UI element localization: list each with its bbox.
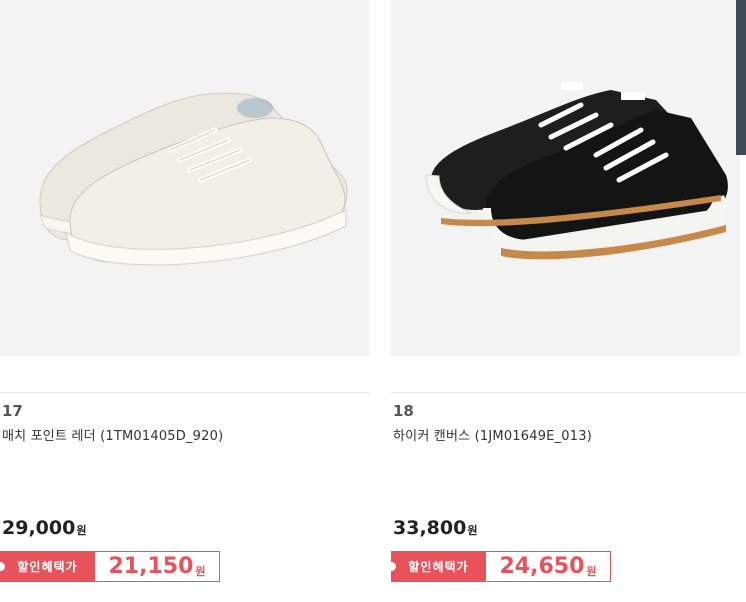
sale-price-block: 할인혜택가 21,150 원 — [0, 551, 220, 582]
sale-label-badge: 할인혜택가 — [0, 551, 95, 582]
side-banner-edge[interactable] — [736, 0, 746, 155]
product-name[interactable]: 하이커 캔버스 (1JM01649E_013) — [393, 425, 592, 444]
price-unit: 원 — [467, 524, 478, 537]
product-image[interactable] — [391, 0, 740, 356]
sale-label: 할인혜택가 — [17, 560, 78, 574]
product-price: 33,800원 — [393, 517, 477, 539]
price-value: 29,000 — [2, 517, 76, 539]
divider — [0, 392, 370, 393]
product-name[interactable]: 매치 포인트 레더 (1TM01405D_920) — [2, 425, 223, 444]
price-value: 33,800 — [393, 517, 467, 539]
divider — [391, 392, 746, 393]
product-price: 29,000원 — [2, 517, 86, 539]
product-card[interactable]: 18 하이커 캔버스 (1JM01649E_013) 33,800원 할인혜택가… — [387, 0, 746, 602]
black-sneaker-illustration — [425, 82, 728, 260]
sale-price-value: 21,150 — [108, 554, 194, 579]
product-card[interactable]: 17 매치 포인트 레더 (1TM01405D_920) 29,000원 할인혜… — [0, 0, 370, 602]
price-unit: 원 — [76, 524, 87, 537]
white-sneaker-illustration — [39, 92, 348, 266]
sale-label-badge: 할인혜택가 — [387, 551, 486, 582]
sale-price-block: 할인혜택가 24,650 원 — [387, 551, 611, 582]
product-rank: 17 — [2, 402, 23, 420]
sale-price-unit: 원 — [195, 564, 206, 578]
sale-price: 21,150 원 — [95, 551, 220, 582]
sale-price: 24,650 원 — [486, 551, 611, 582]
dot-icon — [387, 562, 396, 571]
product-rank: 18 — [393, 402, 414, 420]
dot-icon — [0, 562, 5, 571]
sale-price-unit: 원 — [586, 564, 597, 578]
product-image[interactable] — [0, 0, 369, 356]
sale-price-value: 24,650 — [499, 554, 585, 579]
sale-label: 할인혜택가 — [408, 560, 469, 574]
